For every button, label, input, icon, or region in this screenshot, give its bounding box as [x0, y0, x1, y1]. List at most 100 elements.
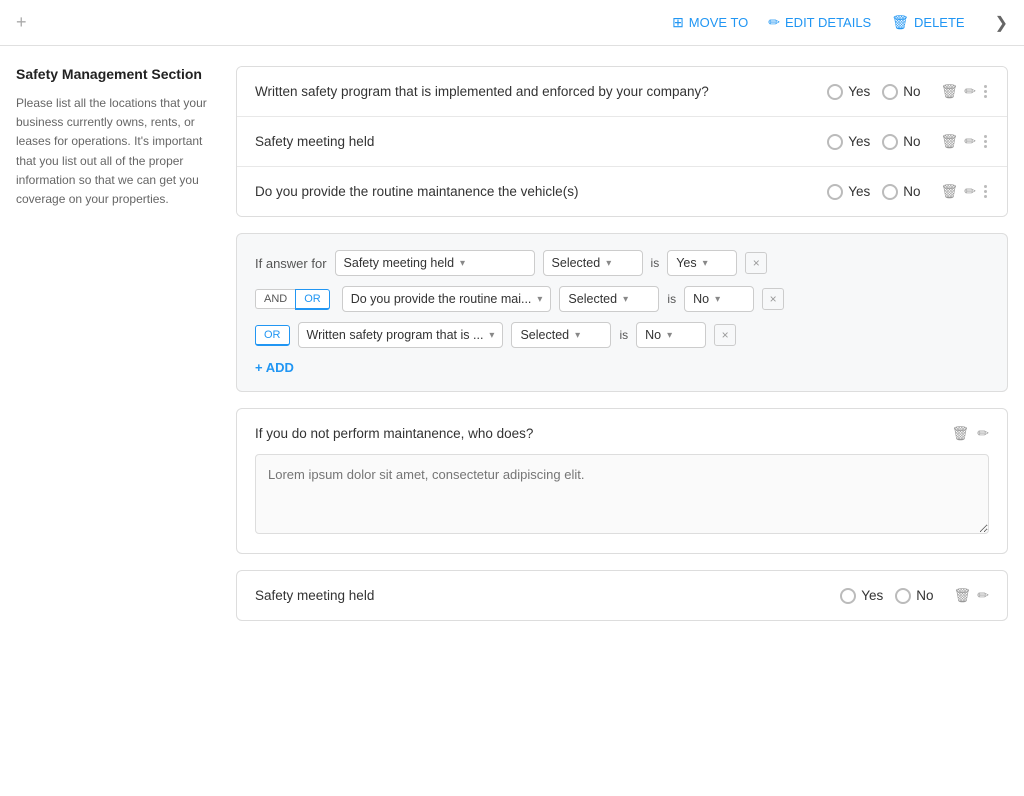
- no-option[interactable]: No: [895, 588, 933, 604]
- question-actions: 🗑 ✏: [940, 183, 989, 200]
- pencil-icon[interactable]: ✏: [964, 83, 976, 100]
- add-condition-button[interactable]: + ADD: [255, 360, 294, 375]
- remove-condition-2-button[interactable]: ×: [762, 288, 784, 310]
- questions-card: Written safety program that is implement…: [236, 66, 1008, 217]
- radio-no-circle: [882, 84, 898, 100]
- bottom-question-controls: Yes No 🗑 ✏: [840, 587, 989, 604]
- bottom-question-row: Safety meeting held Yes No 🗑 ✏: [237, 571, 1007, 620]
- delete-button[interactable]: 🗑 DELETE: [891, 14, 964, 31]
- selected-select-1[interactable]: Selected ▾: [543, 250, 643, 276]
- question-text: Do you provide the routine maintanence t…: [255, 184, 827, 199]
- more-icon[interactable]: [982, 183, 989, 200]
- no-option[interactable]: No: [882, 184, 920, 200]
- question-select-3[interactable]: Written safety program that is ... ▾: [298, 322, 504, 348]
- pencil-icon[interactable]: ✏: [977, 587, 989, 604]
- question-row: Written safety program that is implement…: [237, 67, 1007, 117]
- sidebar: Safety Management Section Please list al…: [16, 66, 216, 621]
- value-select-1[interactable]: Yes ▾: [667, 250, 737, 276]
- sidebar-title: Safety Management Section: [16, 66, 216, 82]
- no-option[interactable]: No: [882, 134, 920, 150]
- move-to-button[interactable]: ⊞ MOVE TO: [672, 14, 748, 31]
- or-button[interactable]: OR: [295, 289, 330, 310]
- radio-no-circle: [895, 588, 911, 604]
- question-controls: Yes No 🗑 ✏: [827, 83, 989, 100]
- and-or-toggle-2: AND OR: [255, 289, 330, 310]
- answer-card: If you do not perform maintanence, who d…: [236, 408, 1008, 554]
- answer-header: If you do not perform maintanence, who d…: [255, 425, 989, 442]
- question-actions: 🗑 ✏: [940, 133, 989, 150]
- top-bar-actions: ⊞ MOVE TO ✏ EDIT DETAILS 🗑 DELETE ❯: [672, 13, 1008, 33]
- condition-row-1: If answer for Safety meeting held ▾ Sele…: [255, 250, 989, 276]
- edit-details-button[interactable]: ✏ EDIT DETAILS: [768, 14, 871, 31]
- if-answer-for-label: If answer for: [255, 256, 327, 271]
- delete-icon: 🗑: [891, 14, 909, 31]
- add-icon[interactable]: +: [16, 12, 27, 33]
- trash-icon[interactable]: 🗑: [951, 425, 969, 442]
- pencil-icon[interactable]: ✏: [964, 133, 976, 150]
- condition-row-2: AND OR Do you provide the routine mai...…: [255, 286, 989, 312]
- question-actions: 🗑 ✏: [953, 587, 989, 604]
- trash-icon[interactable]: 🗑: [940, 183, 958, 200]
- bottom-question-card: Safety meeting held Yes No 🗑 ✏: [236, 570, 1008, 621]
- condition-row-3: OR Written safety program that is ... ▾ …: [255, 322, 989, 348]
- question-row: Do you provide the routine maintanence t…: [237, 167, 1007, 216]
- more-icon[interactable]: [982, 133, 989, 150]
- chevron-down-icon: ▾: [667, 330, 672, 341]
- more-icon[interactable]: [982, 83, 989, 100]
- pencil-icon[interactable]: ✏: [964, 183, 976, 200]
- answer-textarea[interactable]: [255, 454, 989, 534]
- bottom-question-text: Safety meeting held: [255, 588, 840, 603]
- question-text: Written safety program that is implement…: [255, 84, 827, 99]
- is-label: is: [667, 292, 676, 306]
- question-text: Safety meeting held: [255, 134, 827, 149]
- move-to-icon: ⊞: [672, 14, 684, 31]
- top-bar: + ⊞ MOVE TO ✏ EDIT DETAILS 🗑 DELETE ❯: [0, 0, 1024, 46]
- chevron-down-icon: ▾: [460, 258, 465, 269]
- chevron-down-icon: ▾: [537, 294, 542, 305]
- radio-yes-circle: [827, 184, 843, 200]
- sidebar-description: Please list all the locations that your …: [16, 94, 216, 209]
- and-button[interactable]: AND: [255, 289, 295, 309]
- question-actions: 🗑 ✏: [940, 83, 989, 100]
- chevron-down-icon: ▾: [606, 258, 611, 269]
- radio-yes-circle: [827, 84, 843, 100]
- radio-no-circle: [882, 184, 898, 200]
- selected-select-2[interactable]: Selected ▾: [559, 286, 659, 312]
- question-select-1[interactable]: Safety meeting held ▾: [335, 250, 535, 276]
- chevron-down-icon: ▾: [575, 330, 580, 341]
- content-area: Written safety program that is implement…: [236, 66, 1008, 621]
- main-layout: Safety Management Section Please list al…: [0, 46, 1024, 641]
- edit-icon: ✏: [768, 14, 780, 31]
- radio-yes-circle: [840, 588, 856, 604]
- is-label: is: [619, 328, 628, 342]
- or-only-button[interactable]: OR: [255, 325, 290, 346]
- value-select-3[interactable]: No ▾: [636, 322, 706, 348]
- pencil-icon[interactable]: ✏: [977, 425, 989, 442]
- chevron-down-icon: ▾: [715, 294, 720, 305]
- remove-condition-3-button[interactable]: ×: [714, 324, 736, 346]
- yes-option[interactable]: Yes: [840, 588, 883, 604]
- question-select-2[interactable]: Do you provide the routine mai... ▾: [342, 286, 552, 312]
- no-option[interactable]: No: [882, 84, 920, 100]
- trash-icon[interactable]: 🗑: [953, 587, 971, 604]
- remove-condition-1-button[interactable]: ×: [745, 252, 767, 274]
- chevron-down-icon: ▾: [489, 330, 494, 341]
- question-row: Safety meeting held Yes No 🗑 ✏: [237, 117, 1007, 167]
- value-select-2[interactable]: No ▾: [684, 286, 754, 312]
- trash-icon[interactable]: 🗑: [940, 133, 958, 150]
- answer-title: If you do not perform maintanence, who d…: [255, 426, 533, 441]
- condition-card: If answer for Safety meeting held ▾ Sele…: [236, 233, 1008, 392]
- yes-option[interactable]: Yes: [827, 184, 870, 200]
- chevron-down-icon: ▾: [623, 294, 628, 305]
- yes-option[interactable]: Yes: [827, 84, 870, 100]
- question-controls: Yes No 🗑 ✏: [827, 133, 989, 150]
- trash-icon[interactable]: 🗑: [940, 83, 958, 100]
- radio-yes-circle: [827, 134, 843, 150]
- selected-select-3[interactable]: Selected ▾: [511, 322, 611, 348]
- chevron-down-icon: ▾: [703, 258, 708, 269]
- is-label: is: [651, 256, 660, 270]
- answer-icons: 🗑 ✏: [951, 425, 989, 442]
- question-controls: Yes No 🗑 ✏: [827, 183, 989, 200]
- yes-option[interactable]: Yes: [827, 134, 870, 150]
- chevron-down-icon[interactable]: ❯: [995, 13, 1008, 33]
